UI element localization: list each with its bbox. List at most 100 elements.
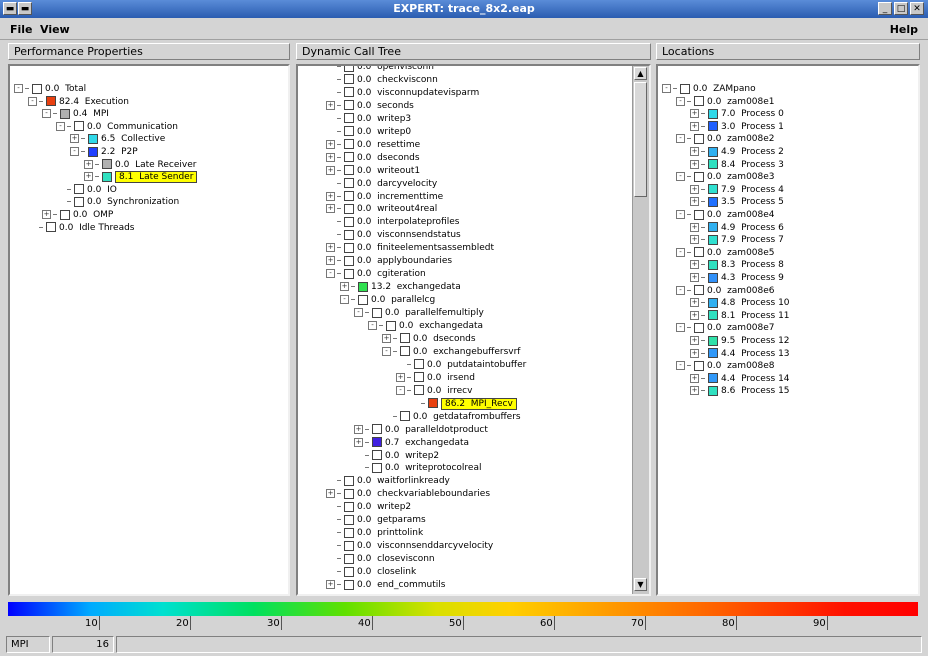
- expand-icon[interactable]: +: [70, 134, 79, 144]
- collapse-icon[interactable]: -: [28, 96, 37, 106]
- collapse-icon[interactable]: -: [56, 121, 65, 131]
- dynamic-call-tree-pane[interactable]: 0.0 openvisconn 0.0 checkvisconn 0.0 visco…: [296, 64, 651, 596]
- expand-icon[interactable]: +: [354, 424, 363, 434]
- expand-icon[interactable]: +: [42, 210, 51, 219]
- collapse-icon[interactable]: -: [14, 84, 23, 93]
- tree-node[interactable]: +0.0 finiteelementsassembledt: [326, 242, 494, 254]
- tree-node[interactable]: +3.5 Process 5: [690, 196, 784, 208]
- tree-node[interactable]: 0.0 putdataintobuffer: [396, 359, 526, 371]
- menu-help[interactable]: Help: [890, 23, 918, 36]
- maximize-icon[interactable]: □: [894, 2, 908, 15]
- menu-view[interactable]: View: [40, 23, 70, 36]
- tree-node[interactable]: - 0.0 exchangedata: [368, 320, 483, 332]
- expand-icon[interactable]: +: [326, 100, 335, 110]
- collapse-icon[interactable]: -: [676, 96, 685, 106]
- tree-node[interactable]: 0.0 closelink: [326, 566, 416, 578]
- tree-node[interactable]: 0.0 printtolink: [326, 527, 423, 539]
- collapse-icon[interactable]: -: [676, 323, 685, 333]
- tree-node[interactable]: - 0.0 zam008e6: [676, 285, 775, 297]
- expand-icon[interactable]: +: [326, 204, 335, 214]
- expand-icon[interactable]: +: [84, 172, 93, 182]
- tree-node[interactable]: +4.9 Process 2: [690, 146, 784, 158]
- tree-node[interactable]: +0.0 paralleldotproduct: [354, 424, 488, 436]
- tree-node[interactable]: - 0.0 irrecv: [396, 385, 472, 397]
- collapse-icon[interactable]: -: [326, 269, 335, 279]
- expand-icon[interactable]: +: [326, 191, 335, 201]
- tree-node[interactable]: 0.0 checkvisconn: [326, 74, 438, 86]
- tree-node[interactable]: - 0.0 zam008e1: [676, 96, 775, 108]
- tree-node[interactable]: - 0.0 exchangebuffersvrf: [382, 346, 520, 358]
- expand-icon[interactable]: +: [326, 580, 335, 589]
- close-icon[interactable]: ✕: [910, 2, 924, 15]
- tree-node[interactable]: 0.0 Idle Threads: [28, 222, 135, 234]
- tree-node[interactable]: - 82.4 Execution: [28, 96, 129, 108]
- collapse-icon[interactable]: -: [676, 361, 685, 371]
- expand-icon[interactable]: +: [690, 298, 699, 308]
- expand-icon[interactable]: +: [690, 273, 699, 282]
- tree-node[interactable]: 0.0 visconnsenddarcyvelocity: [326, 540, 493, 552]
- locations-pane[interactable]: -0.0 ZAMpano -0.0 zam008e1 +7.0 Process 0 +…: [656, 64, 920, 596]
- tree-node[interactable]: 0.0 writep0: [326, 126, 411, 138]
- collapse-icon[interactable]: -: [354, 308, 363, 318]
- expand-icon[interactable]: +: [326, 152, 335, 162]
- tree-node[interactable]: +7.9 Process 4: [690, 184, 784, 196]
- expand-icon[interactable]: +: [690, 235, 699, 245]
- tree-node[interactable]: +13.2 exchangedata: [340, 281, 461, 293]
- tree-node[interactable]: +4.3 Process 9: [690, 272, 784, 284]
- expand-icon[interactable]: +: [690, 260, 699, 270]
- tree-node[interactable]: - 0.0 zam008e5: [676, 247, 775, 259]
- scroll-down-icon[interactable]: ▼: [634, 578, 647, 591]
- tree-node[interactable]: +4.4 Process 13: [690, 348, 790, 360]
- expand-icon[interactable]: +: [326, 256, 335, 266]
- tree-node[interactable]: - 0.0 cgiteration: [326, 268, 426, 280]
- expand-icon[interactable]: +: [690, 197, 699, 207]
- scroll-up-icon[interactable]: ▲: [634, 67, 647, 80]
- expand-icon[interactable]: +: [690, 336, 699, 345]
- tree-node[interactable]: 0.0 writep3: [326, 113, 411, 125]
- tree-node[interactable]: +7.0 Process 0: [690, 108, 784, 120]
- tree-node[interactable]: - 2.2 P2P: [70, 146, 138, 158]
- tree-node[interactable]: 0.0 interpolateprofiles: [326, 216, 459, 228]
- collapse-icon[interactable]: -: [662, 84, 671, 93]
- collapse-icon[interactable]: -: [70, 147, 79, 156]
- tree-node[interactable]: 0.0 openvisconn: [326, 66, 434, 73]
- tree-node[interactable]: 86.2 MPI_Recv: [410, 397, 517, 410]
- tree-node[interactable]: - 0.0 Communication: [56, 121, 178, 133]
- tree-node[interactable]: 0.0 getdatafrombuffers: [382, 411, 521, 423]
- tree-node[interactable]: - 0.4 MPI: [42, 108, 109, 120]
- expand-icon[interactable]: +: [690, 310, 699, 320]
- minimize-icon[interactable]: _: [878, 2, 892, 15]
- tree-node[interactable]: - 0.0 ZAMpano: [662, 83, 756, 95]
- tree-node[interactable]: +0.0 seconds: [326, 100, 414, 112]
- tree-node[interactable]: - 0.0 zam008e7: [676, 322, 775, 334]
- expand-icon[interactable]: +: [690, 159, 699, 169]
- expand-icon[interactable]: +: [396, 372, 405, 382]
- tree-node[interactable]: 0.0 waitforlinkready: [326, 475, 450, 487]
- collapse-icon[interactable]: -: [42, 109, 51, 119]
- tree-node[interactable]: +8.1 Late Sender: [84, 171, 198, 184]
- collapse-icon[interactable]: -: [676, 134, 685, 144]
- tree-node[interactable]: +8.4 Process 3: [690, 159, 784, 171]
- menu-file[interactable]: File: [10, 23, 33, 36]
- collapse-icon[interactable]: -: [676, 210, 685, 219]
- call-tree-scrollbar[interactable]: ▲ ▼: [632, 66, 649, 594]
- tree-node[interactable]: 0.0 IO: [56, 184, 117, 196]
- tree-node[interactable]: +0.0 writeout1: [326, 165, 420, 177]
- tree-node[interactable]: +0.0 end_commutils: [326, 579, 445, 591]
- tree-node[interactable]: +0.7 exchangedata: [354, 437, 469, 449]
- tree-node[interactable]: +6.5 Collective: [70, 133, 165, 145]
- tree-node[interactable]: +0.0 writeout4real: [326, 203, 437, 215]
- expand-icon[interactable]: +: [326, 139, 335, 149]
- tree-node[interactable]: +0.0 dseconds: [382, 333, 476, 345]
- expand-icon[interactable]: +: [690, 222, 699, 232]
- tree-node[interactable]: +4.9 Process 6: [690, 222, 784, 234]
- performance-properties-pane[interactable]: -0.0 Total -82.4 Execution -0.4 MPI -0.0 Co…: [8, 64, 290, 596]
- tree-node[interactable]: +0.0 Late Receiver: [84, 159, 196, 171]
- expand-icon[interactable]: +: [382, 333, 391, 343]
- tree-node[interactable]: - 0.0 zam008e8: [676, 360, 775, 372]
- tree-node[interactable]: 0.0 writep2: [326, 501, 411, 513]
- tree-node[interactable]: +0.0 incrementtime: [326, 191, 443, 203]
- expand-icon[interactable]: +: [84, 159, 93, 169]
- tree-node[interactable]: 0.0 Synchronization: [56, 196, 179, 208]
- tree-node[interactable]: - 0.0 zam008e3: [676, 171, 775, 183]
